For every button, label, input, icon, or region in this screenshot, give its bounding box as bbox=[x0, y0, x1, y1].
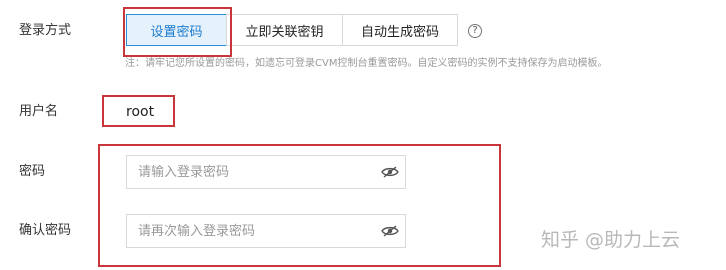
option-set-password-button[interactable]: 设置密码 bbox=[126, 14, 227, 46]
password-label: 密码 bbox=[19, 164, 46, 179]
option-associate-key-button[interactable]: 立即关联密钥 bbox=[226, 14, 343, 46]
eye-off-icon[interactable] bbox=[381, 225, 399, 237]
help-icon[interactable]: ? bbox=[468, 24, 482, 38]
login-method-label: 登录方式 bbox=[19, 23, 72, 38]
confirm-password-input[interactable] bbox=[126, 214, 406, 248]
username-value: root bbox=[126, 104, 155, 120]
option-auto-generate-button[interactable]: 自动生成密码 bbox=[342, 14, 458, 46]
confirm-password-label: 确认密码 bbox=[19, 223, 72, 238]
username-label: 用户名 bbox=[19, 104, 59, 119]
watermark: 知乎 @助力上云 bbox=[541, 229, 681, 251]
password-input[interactable] bbox=[126, 155, 406, 189]
password-note: 注：请牢记您所设置的密码，如遗忘可登录CVM控制台重置密码。自定义密码的实例不支… bbox=[125, 58, 608, 69]
eye-off-icon[interactable] bbox=[381, 166, 399, 178]
